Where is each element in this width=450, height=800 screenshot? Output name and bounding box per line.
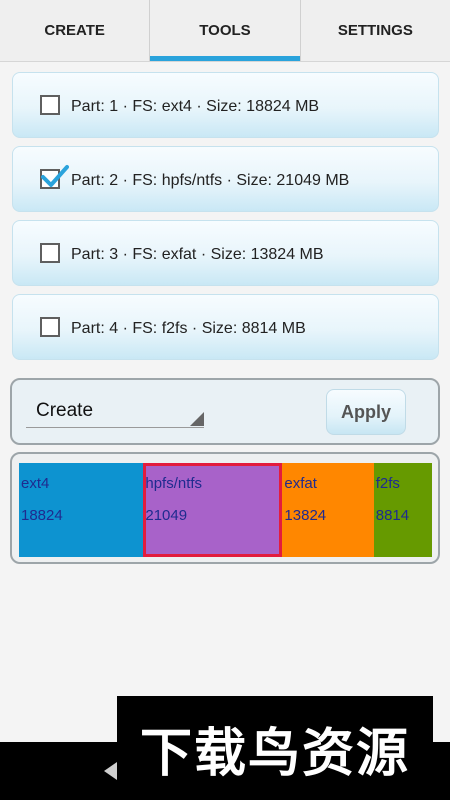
- action-dropdown-value: Create: [36, 400, 94, 421]
- partition-row-4[interactable]: Part: 4 · FS: f2fs · Size: 8814 MB: [12, 294, 439, 360]
- partition-1-checkbox[interactable]: [40, 95, 60, 115]
- partition-3-checkbox[interactable]: [40, 243, 60, 263]
- partition-row-2[interactable]: Part: 2 · FS: hpfs/ntfs · Size: 21049 MB: [12, 146, 439, 212]
- segment-3-size: 13824: [284, 507, 327, 524]
- segment-4-size: 8814: [375, 507, 410, 524]
- back-icon[interactable]: [104, 762, 117, 780]
- segment-3-fs: exfat: [284, 475, 317, 492]
- action-dropdown[interactable]: Create: [26, 390, 204, 428]
- tab-tools[interactable]: TOOLS: [149, 0, 300, 61]
- segment-1-fs: ext4: [21, 475, 50, 492]
- segment-4-fs: f2fs: [375, 475, 400, 492]
- tab-settings-label: SETTINGS: [337, 22, 413, 39]
- action-bar: Create Apply: [10, 378, 440, 445]
- partition-map-segments: ext4 18824 hpfs/ntfs 21049 exfat 13824 f…: [19, 463, 432, 557]
- tab-create[interactable]: CREATE: [0, 0, 149, 61]
- partition-row-1[interactable]: Part: 1 · FS: ext4 · Size: 18824 MB: [12, 72, 439, 138]
- checkmark-icon: [41, 165, 69, 187]
- partition-1-label: Part: 1 · FS: ext4 · Size: 18824 MB: [71, 98, 320, 115]
- partition-list: Part: 1 · FS: ext4 · Size: 18824 MB Part…: [12, 72, 439, 368]
- tab-create-label: CREATE: [44, 22, 105, 39]
- segment-1-size: 18824: [21, 507, 63, 524]
- watermark-overlay: 下载鸟资源: [117, 696, 433, 800]
- partition-4-label: Part: 4 · FS: f2fs · Size: 8814 MB: [71, 320, 306, 337]
- partition-map-segment-4[interactable]: f2fs 8814: [373, 463, 432, 557]
- partition-4-checkbox[interactable]: [40, 317, 60, 337]
- partition-3-label: Part: 3 · FS: exfat · Size: 13824 MB: [71, 246, 324, 263]
- apply-button[interactable]: Apply: [326, 389, 406, 435]
- segment-2-size: 21049: [145, 507, 188, 524]
- tab-tools-label: TOOLS: [199, 22, 251, 39]
- watermark-text: 下载鸟资源: [139, 723, 410, 784]
- dropdown-arrow-icon: [190, 412, 204, 426]
- tab-bar: CREATE TOOLS SETTINGS: [0, 0, 450, 62]
- partition-2-label: Part: 2 · FS: hpfs/ntfs · Size: 21049 MB: [71, 172, 350, 189]
- partition-row-3[interactable]: Part: 3 · FS: exfat · Size: 13824 MB: [12, 220, 439, 286]
- partition-map-segment-1[interactable]: ext4 18824: [19, 463, 144, 557]
- segment-2-fs: hpfs/ntfs: [145, 475, 203, 492]
- apply-button-label: Apply: [340, 401, 391, 422]
- tab-settings[interactable]: SETTINGS: [299, 0, 450, 61]
- partition-map-segment-2[interactable]: hpfs/ntfs 21049: [143, 463, 283, 557]
- partition-map: ext4 18824 hpfs/ntfs 21049 exfat 13824 f…: [10, 452, 440, 564]
- partition-map-segment-3[interactable]: exfat 13824: [282, 463, 374, 557]
